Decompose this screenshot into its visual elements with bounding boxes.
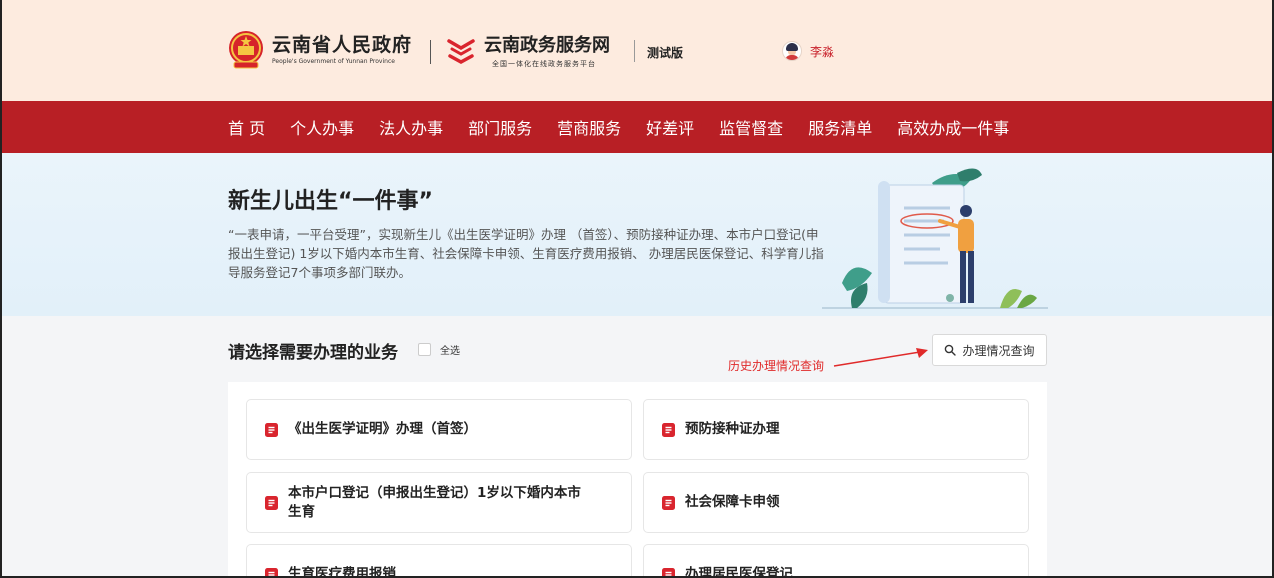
nav-corporate[interactable]: 法人办事 [379,115,443,139]
nav-personal[interactable]: 个人办事 [290,115,354,139]
search-icon [945,344,957,356]
banner-illustration [822,168,1048,309]
main-nav: 首 页 个人办事 法人办事 部门服务 营商服务 好差评 监管督查 服务清单 高效… [2,101,1272,153]
nav-supervision[interactable]: 监管督查 [719,115,783,139]
service-card[interactable]: 预防接种证办理 [643,399,1029,460]
nav-department[interactable]: 部门服务 [468,115,532,139]
document-icon [265,567,278,576]
service-card-label: 《出生医学证明》办理（首签） [288,421,477,437]
service-card[interactable]: 生育医疗费用报销 [246,544,632,578]
select-all[interactable]: 全选 [418,342,460,357]
national-emblem-icon[interactable] [228,30,264,70]
government-name-cn: 云南省人民政府 [272,34,413,56]
select-all-label[interactable]: 全选 [440,342,460,357]
user-menu[interactable]: 李淼 [782,41,834,61]
portal-logo-icon[interactable] [446,36,476,66]
government-name[interactable]: 云南省人民政府 People's Government of Yunnan Pr… [272,34,412,65]
banner-description: “一表申请，一平台受理”，实现新生儿《出生医学证明》办理 （首签）、预防接种证办… [228,227,824,280]
service-card[interactable]: 社会保障卡申领 [643,472,1029,533]
service-card-label: 本市户口登记（申报出生登记）1岁以下婚内本市生育 [288,484,581,520]
portal-name-cn: 云南政务服务网 [484,35,610,56]
government-name-en: People's Government of Yunnan Province [272,58,395,65]
service-card-label: 社会保障卡申领 [685,494,780,510]
header-divider [634,40,635,62]
document-icon [265,422,278,437]
service-card[interactable]: 办理居民医保登记 [643,544,1029,578]
service-card-label: 预防接种证办理 [685,421,780,437]
service-card-label: 生育医疗费用报销 [288,566,396,578]
nav-business[interactable]: 营商服务 [557,115,621,139]
portal-name[interactable]: 云南政务服务网 全国一体化在线政务服务平台 [484,35,610,69]
section-title: 请选择需要办理的业务 [228,343,398,363]
document-icon [265,495,278,510]
history-query-label: 办理情况查询 [962,343,1035,358]
select-all-checkbox[interactable] [418,343,431,356]
section-header: 请选择需要办理的业务 全选 历史办理情况查询 办理情况查询 [2,316,1272,382]
nav-review[interactable]: 好差评 [646,115,694,139]
service-card[interactable]: 本市户口登记（申报出生登记）1岁以下婚内本市生育 [246,472,632,533]
service-panel: 《出生医学证明》办理（首签） 预防接种证办理 本市户口登记（申报出生登记）1岁以… [228,382,1047,578]
user-avatar-icon [782,41,802,61]
service-card-label: 办理居民医保登记 [685,566,793,578]
banner: 新生儿出生“一件事” “一表申请，一平台受理”，实现新生儿《出生医学证明》办理 … [2,153,1272,316]
annotation-label: 历史办理情况查询 [728,359,825,373]
history-query-button[interactable]: 办理情况查询 [932,334,1047,366]
beta-label: 测试版 [647,46,684,60]
site-header: 云南省人民政府 People's Government of Yunnan Pr… [2,0,1272,101]
document-icon [662,495,675,510]
nav-service-list[interactable]: 服务清单 [808,115,872,139]
service-card[interactable]: 《出生医学证明》办理（首签） [246,399,632,460]
banner-title: 新生儿出生“一件事” [228,189,433,214]
header-divider [430,40,431,64]
annotation-arrow-icon [833,348,928,367]
portal-subtitle: 全国一体化在线政务服务平台 [492,60,596,68]
user-name[interactable]: 李淼 [810,43,834,60]
nav-home[interactable]: 首 页 [228,115,265,139]
document-icon [662,567,675,576]
document-icon [662,422,675,437]
nav-one-thing[interactable]: 高效办成一件事 [897,115,1009,139]
page-frame: 云南省人民政府 People's Government of Yunnan Pr… [0,0,1274,578]
